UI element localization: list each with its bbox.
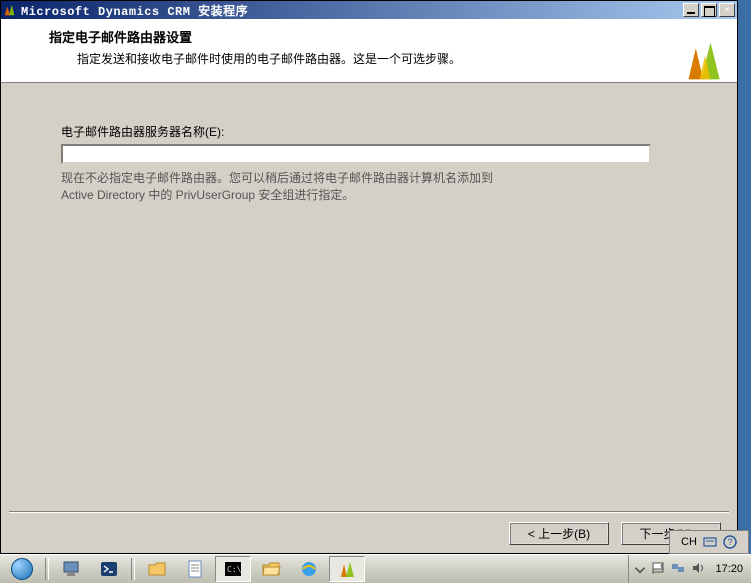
router-label: 电子邮件路由器服务器名称(E): xyxy=(61,123,677,140)
window-title: Microsoft Dynamics CRM 安装程序 xyxy=(21,2,683,19)
start-orb-icon xyxy=(11,558,33,580)
tray-flag-icon[interactable] xyxy=(651,561,665,578)
taskbar-explorer-icon[interactable] xyxy=(139,556,175,582)
separator xyxy=(9,511,729,513)
taskbar-server-manager-icon[interactable] xyxy=(53,556,89,582)
taskbar-notepad-icon[interactable] xyxy=(177,556,213,582)
taskbar-separator xyxy=(45,558,49,580)
help-icon[interactable]: ? xyxy=(723,535,737,549)
back-button[interactable]: < 上一步(B) xyxy=(509,522,609,545)
dynamics-logo-icon xyxy=(683,39,727,83)
close-button[interactable]: × xyxy=(719,3,735,17)
svg-text:?: ? xyxy=(727,537,732,547)
wizard-content: 电子邮件路由器服务器名称(E): 现在不必指定电子邮件路由器。您可以稍后通过将电… xyxy=(1,83,737,204)
tray-expand-icon[interactable] xyxy=(633,563,645,575)
taskbar-dynamics-icon[interactable] xyxy=(329,556,365,582)
window-controls: × xyxy=(683,3,735,17)
taskbar: C:\ 17:20 xyxy=(0,554,751,583)
taskbar-folder-open-icon[interactable] xyxy=(253,556,289,582)
taskbar-cmd-icon[interactable]: C:\ xyxy=(215,556,251,582)
page-title: 指定电子邮件路由器设置 xyxy=(49,27,737,46)
language-bar[interactable]: CH ? xyxy=(669,530,749,554)
ime-pad-icon[interactable] xyxy=(703,535,717,549)
svg-text:C:\: C:\ xyxy=(227,565,242,574)
taskbar-ie-icon[interactable] xyxy=(291,556,327,582)
tray-volume-icon[interactable] xyxy=(691,561,705,578)
help-line-1: 现在不必指定电子邮件路由器。您可以稍后通过将电子邮件路由器计算机名添加到 xyxy=(61,171,493,185)
titlebar[interactable]: Microsoft Dynamics CRM 安装程序 × xyxy=(1,1,737,19)
help-line-2: Active Directory 中的 PrivUserGroup 安全组进行指… xyxy=(61,188,354,202)
wizard-header: 指定电子邮件路由器设置 指定发送和接收电子邮件时使用的电子邮件路由器。这是一个可… xyxy=(1,19,737,83)
app-icon xyxy=(3,3,17,17)
system-tray: 17:20 xyxy=(628,555,751,583)
page-subtitle: 指定发送和接收电子邮件时使用的电子邮件路由器。这是一个可选步骤。 xyxy=(77,50,737,67)
router-input[interactable] xyxy=(61,144,651,164)
tray-network-icon[interactable] xyxy=(671,561,685,578)
installer-window: Microsoft Dynamics CRM 安装程序 × 指定电子邮件路由器设… xyxy=(0,0,738,554)
start-button[interactable] xyxy=(2,556,42,583)
taskbar-separator-2 xyxy=(131,558,135,580)
help-text: 现在不必指定电子邮件路由器。您可以稍后通过将电子邮件路由器计算机名添加到 Act… xyxy=(61,170,677,204)
ime-indicator[interactable]: CH xyxy=(681,536,697,548)
tray-clock[interactable]: 17:20 xyxy=(711,563,747,575)
maximize-button[interactable] xyxy=(701,3,717,17)
minimize-button[interactable] xyxy=(683,3,699,17)
taskbar-powershell-icon[interactable] xyxy=(91,556,127,582)
